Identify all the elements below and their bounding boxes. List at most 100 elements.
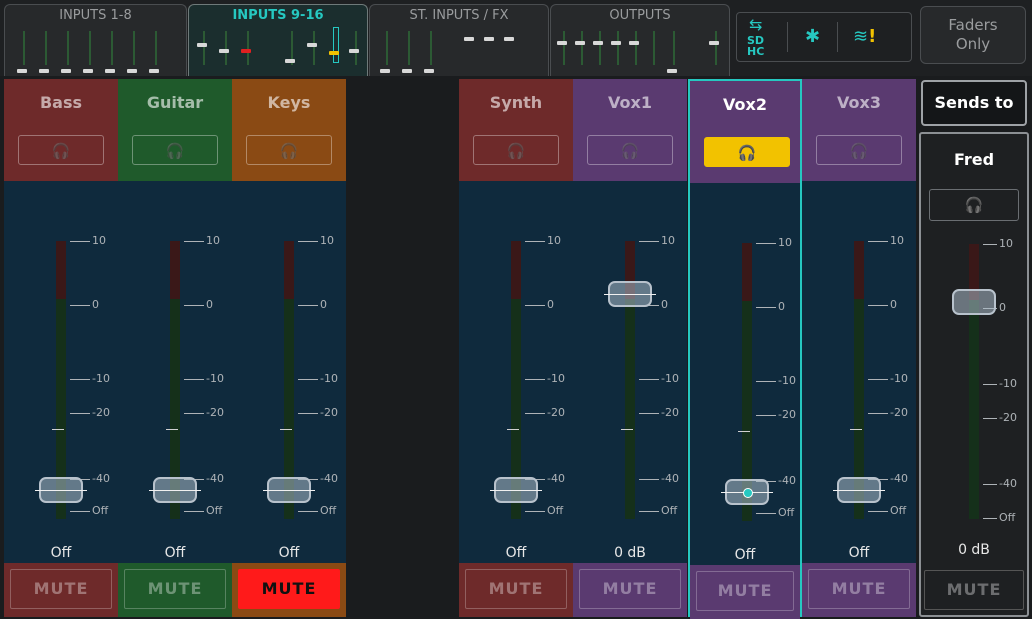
fader-cap[interactable]	[149, 477, 201, 503]
scale-tick	[868, 413, 888, 414]
mini-fader	[715, 31, 717, 65]
master-fader-cap[interactable]	[952, 289, 996, 315]
tab-st-inputs-fx[interactable]: ST. INPUTS / FX	[369, 4, 549, 76]
channel-header[interactable]: Vox3 🎧	[802, 79, 916, 181]
channel-header[interactable]: Synth 🎧	[459, 79, 573, 181]
mini-fader	[355, 31, 357, 65]
pfl-button[interactable]: 🎧	[704, 137, 790, 167]
channel-header[interactable]: Vox1 🎧	[573, 79, 687, 181]
scale-label: 0	[92, 298, 99, 311]
channel-strip[interactable]: Vox1 🎧 10 0 -10 -20 -40 Off 0 dB MUTE	[573, 79, 687, 617]
pfl-button[interactable]: 🎧	[473, 135, 559, 165]
scale-label: -20	[999, 411, 1017, 424]
fader-area[interactable]: 10 0 -10 -20 -40 Off	[690, 183, 800, 565]
scale-label: -40	[92, 472, 110, 485]
pfl-button[interactable]: 🎧	[587, 135, 673, 165]
scale-label: -40	[778, 474, 796, 487]
scale-label: -40	[999, 477, 1017, 490]
mute-button[interactable]: MUTE	[124, 569, 226, 609]
channel-header[interactable]: Guitar 🎧	[118, 79, 232, 181]
scale-tick	[184, 241, 204, 242]
channel-gap	[347, 79, 458, 617]
scale-tick	[868, 305, 888, 306]
headphones-icon: 🎧	[737, 144, 757, 162]
mini-fader-cap	[424, 69, 434, 73]
fader-cap[interactable]	[604, 281, 656, 307]
channel-name: Guitar	[146, 93, 204, 112]
mini-fader-cap	[611, 41, 621, 45]
scale-tick	[756, 307, 776, 308]
mute-button[interactable]: MUTE	[696, 571, 794, 611]
mini-fader	[581, 31, 583, 65]
mute-button[interactable]: MUTE	[465, 569, 567, 609]
pfl-button[interactable]: 🎧	[132, 135, 218, 165]
faders-only-button[interactable]: Faders Only	[920, 6, 1026, 64]
fader-area[interactable]: 10 0 -10 -20 -40 Off	[118, 181, 232, 563]
tab-label: INPUTS 1-8	[59, 8, 132, 23]
mute-button[interactable]: MUTE	[10, 569, 112, 609]
scale-tick	[983, 244, 997, 245]
scale-label: Off	[92, 504, 109, 517]
channel-strip[interactable]: Vox3 🎧 10 0 -10 -20 -40 Off Off MUTE	[802, 79, 916, 617]
channel-strip[interactable]: Vox2 🎧 10 0 -10 -20 -40 Off Off MUTE	[688, 79, 802, 619]
mini-fader-cap	[464, 37, 474, 41]
channel-header[interactable]: Keys 🎧	[232, 79, 346, 181]
sends-to-button[interactable]: Sends to	[921, 80, 1027, 126]
scale-tick	[983, 518, 997, 519]
fader-cap[interactable]	[721, 479, 773, 505]
scale-tick	[983, 418, 997, 419]
mute-button[interactable]: MUTE	[238, 569, 340, 609]
tab-inputs-1-8[interactable]: INPUTS 1-8	[4, 4, 187, 76]
scale-tick	[184, 305, 204, 306]
scale-label: 0	[999, 301, 1006, 314]
fader-cap[interactable]	[263, 477, 315, 503]
scale-label: -10	[999, 377, 1017, 390]
fader-cap[interactable]	[833, 477, 885, 503]
tab-label: ST. INPUTS / FX	[409, 8, 509, 23]
fader-value: 0 dB	[614, 545, 646, 561]
mini-fader-cap	[667, 69, 677, 73]
channel-strip[interactable]: Guitar 🎧 10 0 -10 -20 -40 Off Off MUTE	[118, 79, 232, 617]
fader-area[interactable]: 10 0 -10 -20 -40 Off	[4, 181, 118, 563]
channel-name: Vox3	[837, 93, 881, 112]
fader-scale: 10 0 -10 -20 -40 Off	[184, 181, 232, 563]
pfl-button[interactable]: 🎧	[18, 135, 104, 165]
pfl-button[interactable]: 🎧	[816, 135, 902, 165]
mini-fader-cap	[593, 41, 603, 45]
channel-strip[interactable]: Bass 🎧 10 0 -10 -20 -40 Off Off MUTE	[4, 79, 118, 617]
tab-inputs-9-16[interactable]: INPUTS 9-16	[188, 4, 368, 76]
mini-fader-cap	[380, 69, 390, 73]
master-mute-button[interactable]: MUTE	[924, 570, 1024, 610]
channel-strip[interactable]: Keys 🎧 10 0 -10 -20 -40 Off Off MUTE	[232, 79, 346, 617]
fader-line	[490, 490, 542, 491]
scale-label: 10	[92, 234, 106, 247]
channel-header[interactable]: Vox2 🎧	[690, 81, 800, 183]
channel-header[interactable]: Bass 🎧	[4, 79, 118, 181]
scale-tick	[639, 413, 659, 414]
master-pfl-button[interactable]: 🎧	[929, 189, 1019, 221]
scale-label: Off	[547, 504, 564, 517]
scale-label: Off	[320, 504, 337, 517]
fader-area[interactable]: 10 0 -10 -20 -40 Off	[232, 181, 346, 563]
fader-cap[interactable]	[35, 477, 87, 503]
scale-label: 10	[661, 234, 675, 247]
mini-fader-cap	[149, 69, 159, 73]
scale-tick	[756, 243, 776, 244]
headphones-icon: 🎧	[279, 142, 299, 160]
mute-button[interactable]: MUTE	[579, 569, 681, 609]
scale-label: Off	[661, 504, 678, 517]
mini-fader-cap	[349, 49, 359, 53]
tab-outputs[interactable]: OUTPUTS	[550, 4, 730, 76]
channel-strip[interactable]: Synth 🎧 10 0 -10 -20 -40 Off Off MUTE	[459, 79, 573, 617]
fader-area[interactable]: 10 0 -10 -20 -40 Off	[573, 181, 687, 563]
scale-tick	[70, 241, 90, 242]
pfl-button[interactable]: 🎧	[246, 135, 332, 165]
scale-label: 10	[890, 234, 904, 247]
fader-area[interactable]: 10 0 -10 -20 -40 Off	[459, 181, 573, 563]
mini-fader	[408, 31, 410, 65]
status-panel[interactable]: ⇆ SD HC ✱ ≋!	[736, 12, 912, 62]
scale-tick	[639, 379, 659, 380]
fader-cap[interactable]	[490, 477, 542, 503]
mute-button[interactable]: MUTE	[808, 569, 910, 609]
fader-area[interactable]: 10 0 -10 -20 -40 Off	[802, 181, 916, 563]
